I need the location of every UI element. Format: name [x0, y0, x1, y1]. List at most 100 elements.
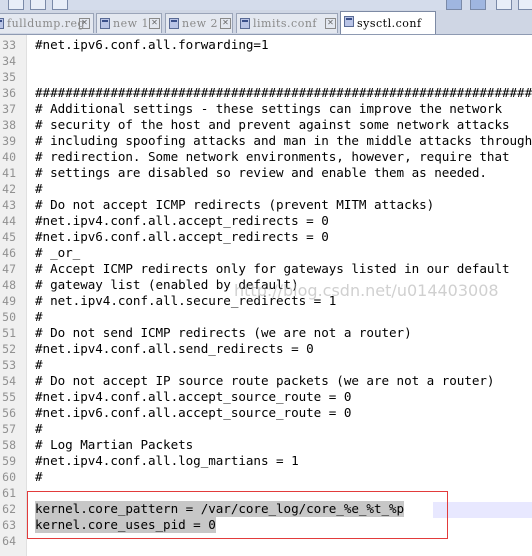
code-line[interactable]: 34	[0, 53, 532, 69]
close-icon[interactable]: ✕	[325, 18, 336, 29]
close-icon[interactable]: ✕	[220, 18, 231, 29]
code-line[interactable]: 45 #net.ipv6.conf.all.accept_redirects = …	[0, 229, 532, 245]
tab-bar: fulldump.reg ✕ new 1 ✕ new 2 ✕ limits.co…	[0, 10, 532, 35]
toolbar-icon[interactable]	[446, 0, 462, 10]
toolbar-icon[interactable]	[8, 0, 24, 10]
toolbar-icon[interactable]	[470, 0, 486, 10]
tab-label: new 1	[113, 17, 150, 30]
line-number: 53	[2, 358, 16, 372]
toolbar-icon[interactable]	[52, 0, 68, 10]
code-text[interactable]: #net.ipv4.conf.all.send_redirects = 0	[35, 341, 314, 357]
line-number: 37	[2, 102, 16, 116]
close-icon[interactable]: ✕	[79, 18, 90, 29]
toolbar-icon[interactable]	[30, 0, 46, 10]
code-line[interactable]: 42 #	[0, 181, 532, 197]
code-text[interactable]: #	[35, 469, 43, 485]
code-line[interactable]: 38 # security of the host and prevent aga…	[0, 117, 532, 133]
code-line[interactable]: 53 #	[0, 357, 532, 373]
code-text[interactable]: #net.ipv6.conf.all.accept_redirects = 0	[35, 229, 329, 245]
code-text[interactable]: #	[35, 421, 43, 437]
line-number: 52	[2, 342, 16, 356]
code-line[interactable]: 44 #net.ipv4.conf.all.accept_redirects = …	[0, 213, 532, 229]
code-line[interactable]: 46 # _or_	[0, 245, 532, 261]
line-number: 41	[2, 166, 16, 180]
line-number: 39	[2, 134, 16, 148]
code-line[interactable]: 54 # Do not accept IP source route packet…	[0, 373, 532, 389]
code-text[interactable]: # Accept ICMP redirects only for gateway…	[35, 261, 510, 277]
line-number: 40	[2, 150, 16, 164]
code-text[interactable]: # redirection. Some network environments…	[35, 149, 510, 165]
line-number: 63	[2, 518, 16, 532]
line-number: 61	[2, 486, 16, 500]
code-text[interactable]: # Additional settings - these settings c…	[35, 101, 502, 117]
code-text[interactable]: #	[35, 181, 43, 197]
code-text[interactable]: # including spoofing attacks and man in …	[35, 133, 532, 149]
tab-new-1[interactable]: new 1 ✕	[96, 13, 162, 33]
toolbar-icon[interactable]	[518, 0, 532, 10]
code-line[interactable]: 51 # Do not send ICMP redirects (we are n…	[0, 325, 532, 341]
code-line[interactable]: 52 #net.ipv4.conf.all.send_redirects = 0	[0, 341, 532, 357]
line-number: 64	[2, 534, 16, 548]
tab-sysctl-conf[interactable]: sysctl.conf	[340, 11, 436, 34]
line-number: 59	[2, 454, 16, 468]
code-text[interactable]: # Log Martian Packets	[35, 437, 193, 453]
code-line[interactable]: 59 #net.ipv4.conf.all.log_martians = 1	[0, 453, 532, 469]
tab-label: fulldump.reg	[7, 17, 86, 30]
tab-new-2[interactable]: new 2 ✕	[165, 13, 233, 33]
toolbar-strip	[0, 0, 532, 10]
code-line[interactable]: 55 #net.ipv4.conf.all.accept_source_route…	[0, 389, 532, 405]
line-number: 51	[2, 326, 16, 340]
code-line[interactable]: 50 #	[0, 309, 532, 325]
code-text[interactable]: #net.ipv4.conf.all.accept_redirects = 0	[35, 213, 329, 229]
code-text[interactable]: #net.ipv6.conf.all.accept_source_route =…	[35, 405, 351, 421]
code-text[interactable]: # Do not accept ICMP redirects (prevent …	[35, 197, 434, 213]
code-text[interactable]: # Do not send ICMP redirects (we are not…	[35, 325, 412, 341]
line-number: 55	[2, 390, 16, 404]
line-number: 43	[2, 198, 16, 212]
code-line[interactable]: 37 # Additional settings - these settings…	[0, 101, 532, 117]
code-line[interactable]: 33 #net.ipv6.conf.all.forwarding=1	[0, 37, 532, 53]
line-number: 57	[2, 422, 16, 436]
file-icon	[240, 18, 250, 29]
code-line[interactable]: 58 # Log Martian Packets	[0, 437, 532, 453]
line-number: 60	[2, 470, 16, 484]
annotation-highlight-box	[27, 491, 448, 539]
file-icon	[169, 18, 179, 29]
line-number: 45	[2, 230, 16, 244]
code-line[interactable]: 43 # Do not accept ICMP redirects (preven…	[0, 197, 532, 213]
code-line[interactable]: 57 #	[0, 421, 532, 437]
code-text[interactable]: #	[35, 309, 43, 325]
code-line[interactable]: 39 # including spoofing attacks and man i…	[0, 133, 532, 149]
tab-label: sysctl.conf	[357, 17, 422, 30]
code-text[interactable]: # security of the host and prevent again…	[35, 117, 510, 133]
code-line[interactable]: 56 #net.ipv6.conf.all.accept_source_route…	[0, 405, 532, 421]
line-number: 47	[2, 262, 16, 276]
editor[interactable]: 33 #net.ipv6.conf.all.forwarding=1 34 35 36 #…	[0, 35, 532, 556]
code-text[interactable]: #net.ipv4.conf.all.log_martians = 1	[35, 453, 299, 469]
line-number: 54	[2, 374, 16, 388]
tab-fulldump[interactable]: fulldump.reg ✕	[0, 13, 94, 33]
code-text[interactable]: #	[35, 357, 43, 373]
code-text[interactable]: # Do not accept IP source route packets …	[35, 373, 495, 389]
code-text[interactable]: # settings are disabled so review and en…	[35, 165, 487, 181]
line-number: 42	[2, 182, 16, 196]
tab-limits-conf[interactable]: limits.conf ✕	[236, 13, 338, 33]
line-number: 44	[2, 214, 16, 228]
code-text[interactable]: #net.ipv4.conf.all.accept_source_route =…	[35, 389, 351, 405]
watermark: http://blog.csdn.net/u014403008	[234, 281, 499, 300]
code-line[interactable]: 60 #	[0, 469, 532, 485]
code-text[interactable]: #net.ipv6.conf.all.forwarding=1	[35, 37, 269, 53]
code-line[interactable]: 35	[0, 69, 532, 85]
line-number: 38	[2, 118, 16, 132]
code-line[interactable]: 41 # settings are disabled so review and …	[0, 165, 532, 181]
close-icon[interactable]: ✕	[149, 18, 160, 29]
code-line[interactable]: 47 # Accept ICMP redirects only for gatew…	[0, 261, 532, 277]
code-text[interactable]: ########################################…	[35, 85, 532, 101]
file-icon	[344, 16, 354, 27]
code-line[interactable]: 40 # redirection. Some network environmen…	[0, 149, 532, 165]
code-line[interactable]: 36 ######################################…	[0, 85, 532, 101]
code-text[interactable]: # _or_	[35, 245, 80, 261]
line-number: 56	[2, 406, 16, 420]
toolbar-icon[interactable]	[496, 0, 512, 10]
line-number: 58	[2, 438, 16, 452]
